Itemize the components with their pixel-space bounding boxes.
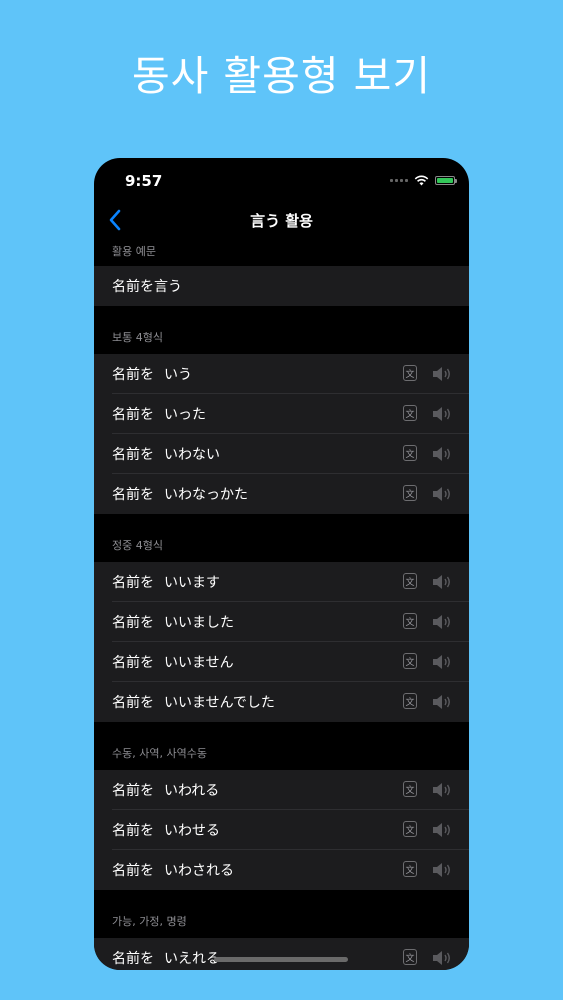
speaker-icon[interactable] [431, 573, 453, 591]
section-header: 보통 4형식 [112, 331, 163, 344]
speaker-icon[interactable] [431, 949, 453, 967]
speaker-icon[interactable] [431, 693, 453, 711]
speaker-icon[interactable] [431, 485, 453, 503]
row-prefix: 名前を [112, 575, 154, 591]
conjugation-row[interactable]: 名前を いわれる 文 [94, 770, 469, 810]
row-prefix: 名前を [112, 407, 154, 423]
translate-icon[interactable]: 文 [403, 781, 417, 797]
translate-icon[interactable]: 文 [403, 821, 417, 837]
row-form: いわされる [164, 863, 234, 879]
row-form: いいました [164, 615, 234, 631]
phone-screen: 9:57 言う 활용 활용 예문 名前を言う 보통 4형식 名前を いう 文 名前… [94, 158, 469, 970]
nav-title: 言う 활용 [250, 212, 313, 230]
example-row[interactable]: 名前を言う [94, 266, 469, 306]
section-header: 정중 4형식 [112, 539, 163, 552]
speaker-icon[interactable] [431, 613, 453, 631]
translate-icon[interactable]: 文 [403, 949, 417, 965]
conjugation-row[interactable]: 名前を いわせる 文 [94, 810, 469, 850]
speaker-icon[interactable] [431, 365, 453, 383]
row-form: いわせる [164, 823, 220, 839]
translate-icon[interactable]: 文 [403, 573, 417, 589]
conjugation-row[interactable]: 名前を いわされる 文 [94, 850, 469, 890]
row-form: いう [164, 367, 192, 383]
example-text: 名前を言う [112, 279, 182, 295]
wifi-icon [414, 175, 429, 186]
section-header: 가능, 가정, 명령 [112, 915, 187, 928]
conjugation-row[interactable]: 名前を いいません 文 [94, 642, 469, 682]
row-prefix: 名前を [112, 655, 154, 671]
translate-icon[interactable]: 文 [403, 445, 417, 461]
row-form: いった [164, 407, 206, 423]
translate-icon[interactable]: 文 [403, 365, 417, 381]
speaker-icon[interactable] [431, 405, 453, 423]
row-form: いいませんでした [164, 695, 275, 711]
speaker-icon[interactable] [431, 821, 453, 839]
row-prefix: 名前を [112, 487, 154, 503]
conjugation-row[interactable]: 名前を いいます 文 [94, 562, 469, 602]
section-header: 활용 예문 [112, 245, 156, 258]
row-prefix: 名前を [112, 615, 154, 631]
cellular-signal-icon [390, 179, 408, 182]
row-prefix: 名前を [112, 951, 154, 967]
conjugation-row[interactable]: 名前を いわない 文 [94, 434, 469, 474]
speaker-icon[interactable] [431, 653, 453, 671]
status-icons [390, 175, 457, 186]
row-form: いいません [164, 655, 234, 671]
conjugation-row[interactable]: 名前を いいました 文 [94, 602, 469, 642]
translate-icon[interactable]: 文 [403, 613, 417, 629]
navigation-bar: 言う 활용 [94, 202, 469, 239]
row-prefix: 名前を [112, 823, 154, 839]
row-form: いわない [164, 447, 220, 463]
speaker-icon[interactable] [431, 861, 453, 879]
section-header: 수동, 사역, 사역수동 [112, 747, 207, 760]
translate-icon[interactable]: 文 [403, 405, 417, 421]
row-form: いいます [164, 575, 220, 591]
translate-icon[interactable]: 文 [403, 693, 417, 709]
promo-title: 동사 활용형 보기 [131, 52, 432, 100]
translate-icon[interactable]: 文 [403, 485, 417, 501]
status-time: 9:57 [125, 172, 163, 190]
conjugation-row[interactable]: 名前を いいませんでした 文 [94, 682, 469, 722]
status-bar: 9:57 [94, 158, 469, 202]
row-form: いわなっかた [164, 487, 248, 503]
row-prefix: 名前を [112, 447, 154, 463]
conjugation-row[interactable]: 名前を いった 文 [94, 394, 469, 434]
row-prefix: 名前を [112, 695, 154, 711]
row-form: いえれる [164, 951, 220, 967]
row-prefix: 名前を [112, 367, 154, 383]
translate-icon[interactable]: 文 [403, 653, 417, 669]
conjugation-row[interactable]: 名前を いわなっかた 文 [94, 474, 469, 514]
translate-icon[interactable]: 文 [403, 861, 417, 877]
conjugation-row[interactable]: 名前を いえれる 文 [94, 938, 469, 970]
home-indicator [214, 957, 348, 962]
speaker-icon[interactable] [431, 445, 453, 463]
row-form: いわれる [164, 783, 220, 799]
row-prefix: 名前を [112, 783, 154, 799]
speaker-icon[interactable] [431, 781, 453, 799]
conjugation-row[interactable]: 名前を いう 文 [94, 354, 469, 394]
battery-icon [435, 176, 457, 185]
row-prefix: 名前を [112, 863, 154, 879]
